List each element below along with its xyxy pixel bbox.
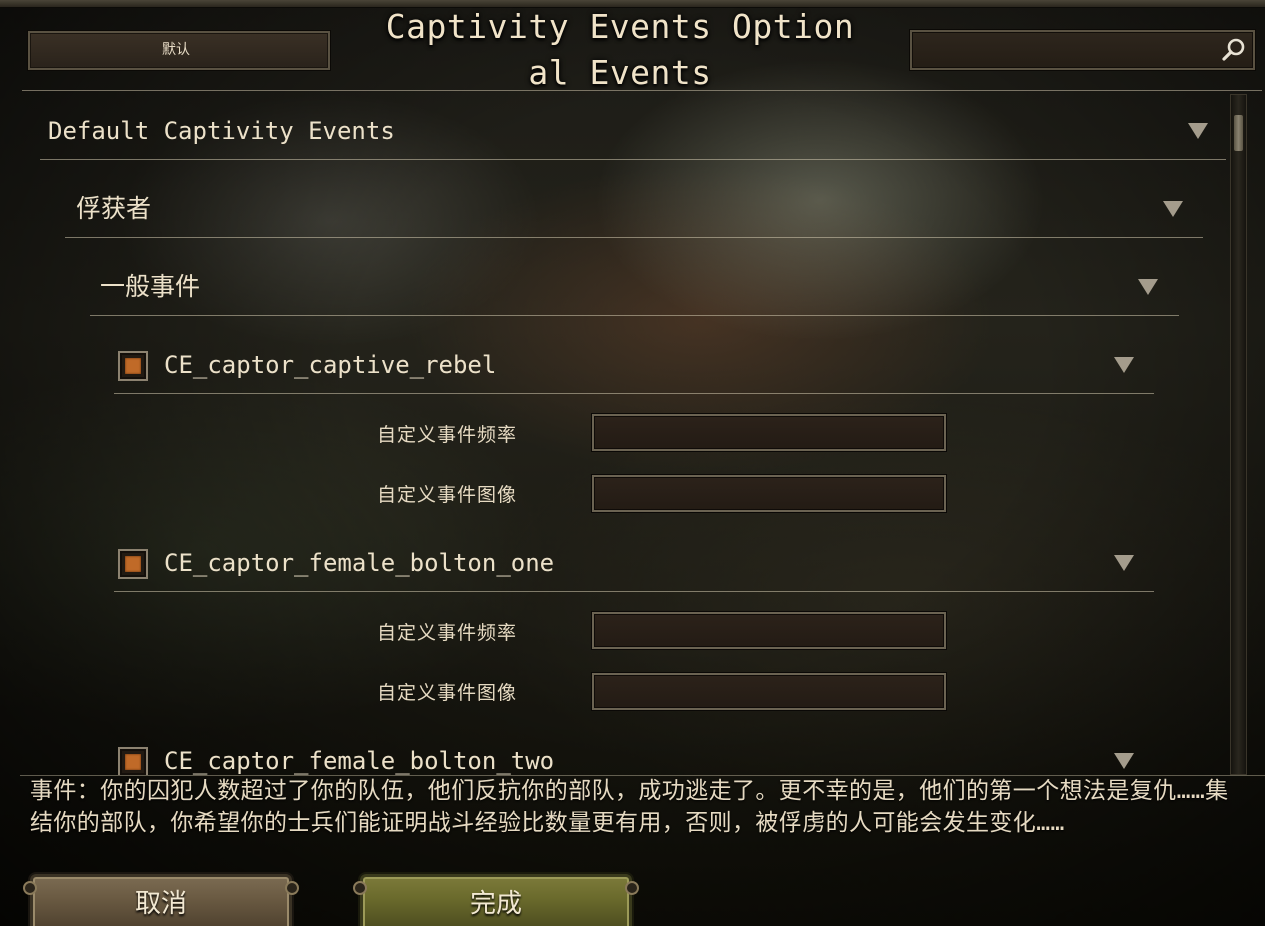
- done-button[interactable]: 完成: [353, 874, 639, 926]
- tree-root-row[interactable]: Default Captivity Events: [40, 111, 1226, 160]
- frequency-input[interactable]: [592, 414, 946, 451]
- search-icon[interactable]: [1221, 37, 1247, 63]
- checkbox-fill: [125, 556, 141, 572]
- scrollbar-thumb[interactable]: [1234, 115, 1243, 151]
- chevron-down-icon[interactable]: [1188, 123, 1208, 139]
- cancel-button-label: 取消: [134, 889, 187, 919]
- chevron-down-icon[interactable]: [1138, 279, 1158, 295]
- tree-subgroup-divider: [90, 315, 1179, 316]
- header-divider: [22, 90, 1262, 91]
- image-input[interactable]: [592, 475, 946, 512]
- tree-group-divider: [65, 237, 1203, 238]
- chevron-down-icon[interactable]: [1163, 201, 1183, 217]
- event-row[interactable]: CE_captor_female_bolton_two: [114, 741, 1154, 775]
- tree-root-label: Default Captivity Events: [48, 117, 395, 145]
- done-button-label: 完成: [469, 889, 522, 919]
- chevron-down-icon[interactable]: [1114, 555, 1134, 571]
- search-input[interactable]: [916, 36, 1216, 64]
- chevron-down-icon[interactable]: [1114, 753, 1134, 769]
- options-list[interactable]: Default Captivity Events 俘获者 一般事件 CE_cap…: [22, 92, 1230, 775]
- tree-group-row[interactable]: 俘获者: [65, 189, 1203, 238]
- tree-subgroup-row[interactable]: 一般事件: [90, 267, 1179, 316]
- event-description: 事件：你的囚犯人数超过了你的队伍，他们反抗你的部队，成功逃走了。更不幸的是，他们…: [30, 778, 1229, 836]
- event-row[interactable]: CE_captor_female_bolton_one: [114, 543, 1154, 592]
- checkbox-fill: [125, 358, 141, 374]
- frequency-label: 自定义事件频率: [377, 424, 518, 446]
- search-box[interactable]: [910, 30, 1255, 70]
- tree-subgroup-label: 一般事件: [100, 272, 201, 301]
- frequency-label: 自定义事件频率: [377, 622, 518, 644]
- image-input[interactable]: [592, 673, 946, 710]
- image-label: 自定义事件图像: [377, 682, 518, 704]
- scrollbar[interactable]: [1230, 94, 1247, 775]
- window-title-line1: Captivity Events Option: [385, 7, 855, 46]
- event-divider: [114, 591, 1154, 592]
- button-rivet: [285, 881, 299, 895]
- frequency-input[interactable]: [592, 612, 946, 649]
- event-checkbox[interactable]: [118, 747, 148, 775]
- tree-root-divider: [40, 159, 1226, 160]
- event-checkbox[interactable]: [118, 549, 148, 579]
- event-row[interactable]: CE_captor_captive_rebel: [114, 345, 1154, 394]
- chevron-down-icon[interactable]: [1114, 357, 1134, 373]
- window-title: Captivity Events Option al Events: [340, 4, 900, 96]
- event-name: CE_captor_female_bolton_one: [164, 549, 555, 577]
- cancel-button[interactable]: 取消: [23, 874, 299, 926]
- event-checkbox[interactable]: [118, 351, 148, 381]
- default-button[interactable]: 默认: [28, 31, 330, 70]
- checkbox-fill: [125, 754, 141, 770]
- tree-group-label: 俘获者: [76, 194, 152, 223]
- button-rivet: [23, 881, 37, 895]
- button-rivet: [353, 881, 367, 895]
- event-name: CE_captor_captive_rebel: [164, 351, 497, 379]
- button-rivet: [625, 881, 639, 895]
- image-label: 自定义事件图像: [377, 484, 518, 506]
- event-name: CE_captor_female_bolton_two: [164, 747, 555, 775]
- event-divider: [114, 393, 1154, 394]
